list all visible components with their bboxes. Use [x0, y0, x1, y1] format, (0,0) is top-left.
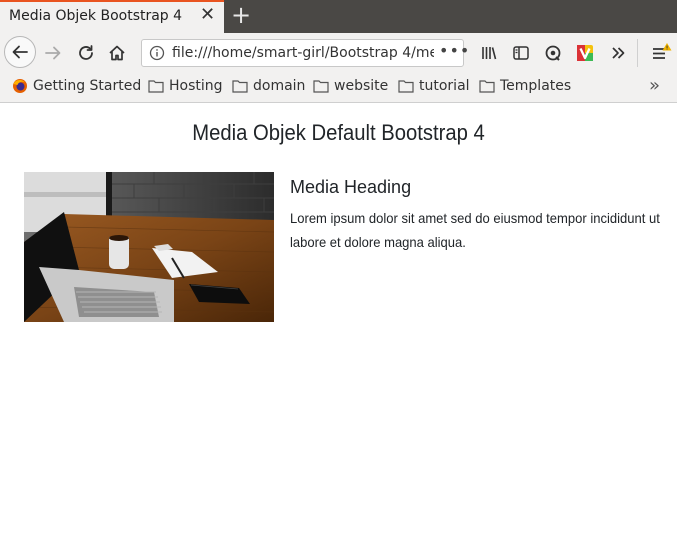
new-tab-icon[interactable]: +	[231, 3, 251, 27]
bookmark-website[interactable]: website	[313, 78, 388, 94]
folder-icon	[398, 79, 414, 93]
media-image	[24, 172, 274, 322]
folder-icon	[148, 79, 164, 93]
toolbar-divider	[637, 39, 638, 67]
url-bar[interactable]: file:///home/smart-girl/Bootstrap 4/me •…	[141, 39, 469, 67]
firefox-icon	[12, 78, 28, 94]
media-heading: Media Heading	[290, 177, 412, 197]
back-button[interactable]	[4, 36, 36, 68]
sidebar-button[interactable]	[510, 42, 532, 64]
media-body: Media Heading Lorem ipsum dolor sit amet…	[290, 177, 670, 254]
bookmark-label: Getting Started	[33, 78, 142, 94]
close-tab-icon[interactable]: ✕	[200, 6, 215, 24]
tab-title: Media Objek Bootstrap 4	[9, 8, 183, 24]
reload-icon	[79, 45, 93, 60]
bookmarks-overflow-icon[interactable]: »	[649, 75, 660, 96]
library-button[interactable]	[478, 42, 500, 64]
bookmarks-bar: Getting Started Hosting domain website t…	[0, 73, 677, 103]
bookmark-label: domain	[253, 78, 306, 94]
folder-icon	[232, 79, 248, 93]
bookmark-getting-started[interactable]: Getting Started	[12, 78, 141, 94]
colorful-v-icon	[577, 45, 593, 61]
info-icon[interactable]	[149, 45, 165, 65]
vivaldi-extension-button[interactable]	[574, 42, 596, 64]
tab-strip: Media Objek Bootstrap 4 ✕ +	[0, 0, 677, 33]
bookmark-label: Templates	[500, 78, 572, 94]
home-button[interactable]	[106, 42, 128, 64]
folder-icon	[313, 79, 329, 93]
extension-button[interactable]	[542, 42, 564, 64]
media-text: Lorem ipsum dolor sit amet sed do eiusmo…	[290, 210, 660, 250]
reload-button[interactable]	[75, 42, 97, 64]
tab-accent	[0, 0, 224, 2]
sidebar-icon	[513, 46, 529, 60]
bookmark-label: website	[334, 78, 389, 94]
bookmark-label: Hosting	[169, 78, 223, 94]
page-actions-icon[interactable]: •••	[439, 41, 470, 60]
bookmark-domain[interactable]: domain	[232, 78, 305, 94]
forward-button[interactable]	[42, 42, 64, 64]
url-text[interactable]: file:///home/smart-girl/Bootstrap 4/me	[172, 45, 434, 61]
menu-button[interactable]	[647, 40, 673, 66]
folder-icon	[479, 79, 495, 93]
double-chevron-icon	[612, 47, 625, 59]
overflow-button[interactable]	[607, 42, 629, 64]
bookmark-hosting[interactable]: Hosting	[148, 78, 223, 94]
hamburger-menu-icon	[653, 43, 672, 59]
bookmark-tutorial[interactable]: tutorial	[398, 78, 470, 94]
library-icon	[482, 47, 497, 60]
home-icon	[109, 45, 125, 61]
navigation-bar: file:///home/smart-girl/Bootstrap 4/me •…	[0, 33, 677, 73]
page-title: Media Objek Default Bootstrap 4	[192, 120, 485, 145]
bookmark-templates[interactable]: Templates	[479, 78, 571, 94]
bookmark-label: tutorial	[419, 78, 470, 94]
forward-arrow-icon	[45, 46, 61, 60]
back-arrow-icon	[12, 45, 28, 59]
extension-icon	[545, 45, 561, 61]
page-content: Media Objek Default Bootstrap 4 Media He…	[0, 103, 677, 559]
browser-tab[interactable]: Media Objek Bootstrap 4 ✕	[0, 0, 224, 33]
